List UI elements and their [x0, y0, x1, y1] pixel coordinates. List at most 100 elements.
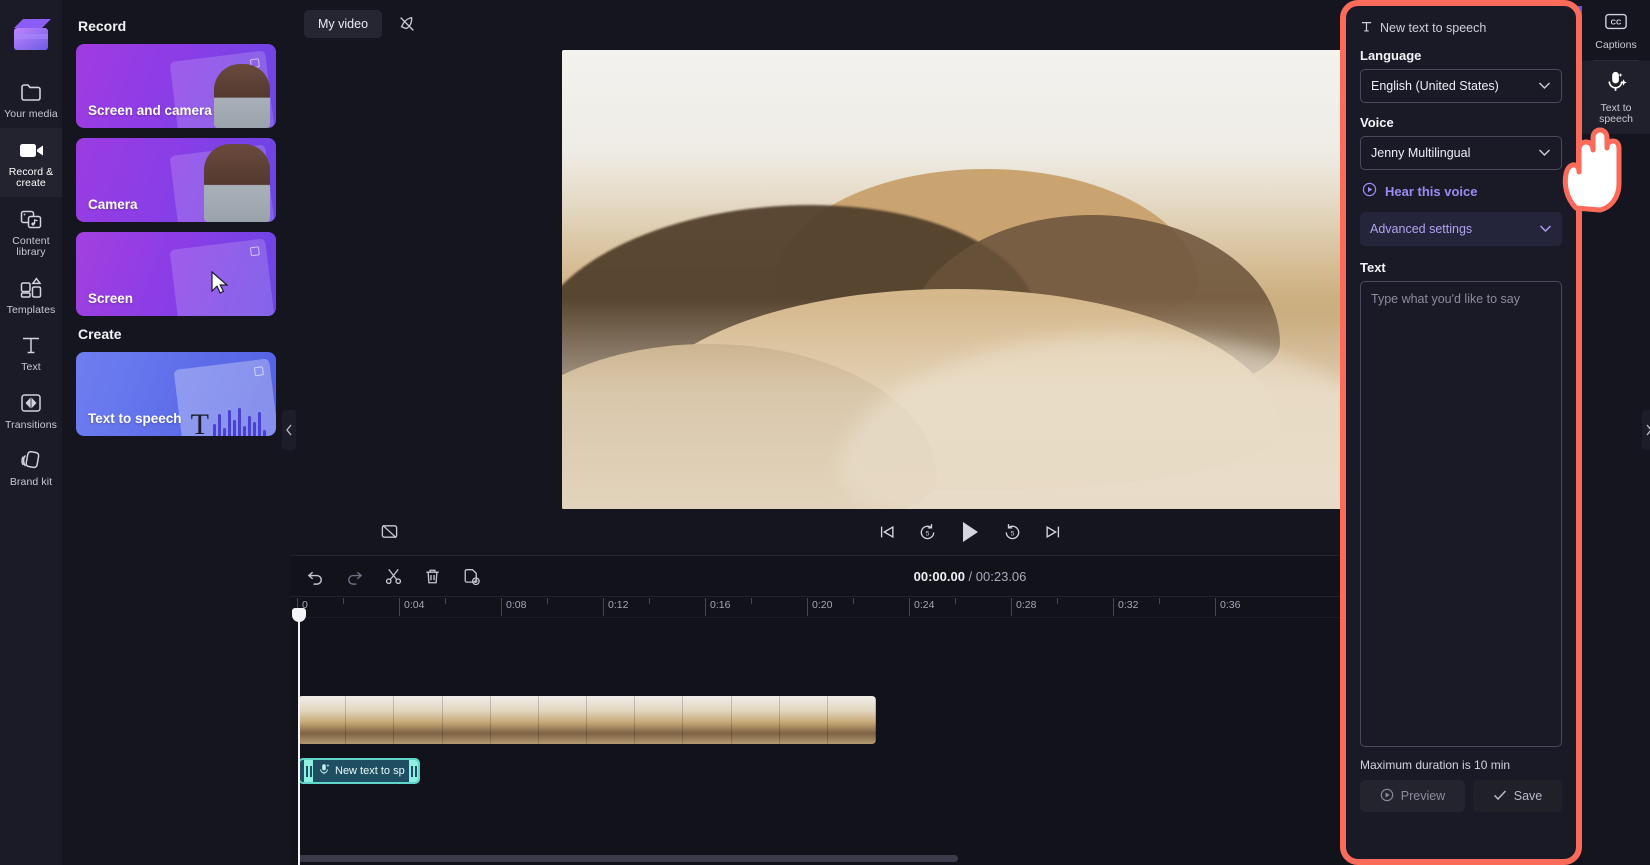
svg-text:CC: CC — [1611, 18, 1622, 27]
voice-select[interactable]: Jenny Multilingual — [1360, 136, 1562, 170]
language-select[interactable]: English (United States) — [1360, 69, 1562, 103]
advanced-settings-toggle[interactable]: Advanced settings — [1360, 212, 1562, 246]
tts-mic-icon — [318, 762, 330, 780]
ruler-tick: 0:24 — [908, 598, 935, 616]
thumbnail-frame — [298, 696, 347, 744]
tts-panel-header: New text to speech — [1360, 20, 1562, 36]
ruler-tick: 0:12 — [602, 598, 629, 616]
tts-action-buttons: Preview Save — [1360, 780, 1562, 812]
playhead[interactable] — [292, 608, 306, 865]
voice-value: Jenny Multilingual — [1371, 146, 1471, 160]
pointing-hand-cursor — [1558, 122, 1622, 219]
text-label: Text — [1360, 260, 1386, 275]
svg-text:5: 5 — [1011, 531, 1015, 538]
tts-waveform-art: T — [191, 408, 266, 436]
rail-item-captions[interactable]: CC Captions — [1582, 4, 1650, 60]
play-circle-icon — [1380, 788, 1394, 805]
audio-clip-label: New text to sp — [335, 765, 405, 777]
tts-text-input[interactable] — [1360, 281, 1562, 747]
clip-trim-handle-left[interactable] — [304, 760, 313, 782]
sidebar-item-transitions[interactable]: Transitions — [0, 381, 62, 439]
sidebar-item-content-library[interactable]: Content library — [0, 197, 62, 266]
redo-button[interactable] — [345, 567, 364, 586]
tts-panel-title: New text to speech — [1380, 21, 1487, 35]
ruler-tick: 0:16 — [704, 598, 731, 616]
thumbnail-frame — [779, 696, 828, 744]
undo-button[interactable] — [306, 567, 325, 586]
thumbnail-frame — [827, 696, 876, 744]
mute-icon[interactable] — [392, 9, 422, 39]
ruler-tick: 0:04 — [398, 598, 425, 616]
language-value: English (United States) — [1371, 79, 1499, 93]
preview-label: Preview — [1400, 789, 1446, 803]
card-title: Screen — [88, 291, 134, 306]
ruler-tick: 0:32 — [1112, 598, 1139, 616]
max-duration-note: Maximum duration is 10 min — [1360, 758, 1511, 772]
rewind-5s-button[interactable]: 5 — [918, 522, 937, 541]
sidebar-item-record-create[interactable]: Record & create — [0, 127, 62, 197]
left-sidebar: Your media Record & create Content libra… — [0, 0, 62, 865]
skip-to-end-button[interactable] — [1044, 523, 1062, 541]
thumbnail-frame — [683, 696, 732, 744]
sidebar-item-brand-kit[interactable]: Brand kit — [0, 438, 62, 496]
card-camera[interactable]: Camera — [76, 138, 276, 222]
sidebar-item-your-media[interactable]: Your media — [0, 70, 62, 128]
card-title: Camera — [88, 197, 138, 212]
card-text-to-speech[interactable]: T Text to speech — [76, 352, 276, 436]
panel-section-record: Record — [78, 18, 127, 34]
hear-this-voice-label: Hear this voice — [1385, 183, 1478, 199]
split-button[interactable] — [384, 567, 403, 586]
thumbnail-frame — [394, 696, 443, 744]
record-create-panel: Record Screen and camera Camera Screen C… — [62, 0, 290, 865]
sidebar-item-text[interactable]: Text — [0, 323, 62, 381]
sidebar-item-label: Brand kit — [9, 476, 53, 488]
brand-kit-icon — [18, 447, 44, 473]
sidebar-item-label: Your media — [4, 108, 58, 120]
preview-button[interactable]: Preview — [1360, 780, 1465, 812]
audio-clip-tts[interactable]: New text to sp — [298, 758, 420, 784]
hear-this-voice-button[interactable]: Hear this voice — [1362, 182, 1562, 200]
thumbnail-frame — [587, 696, 636, 744]
clipchamp-editor: Your media Record & create Content libra… — [0, 0, 1650, 865]
cursor-arrow-icon — [210, 270, 230, 300]
clip-trim-handle-right[interactable] — [409, 760, 418, 782]
duplicate-button[interactable] — [462, 567, 481, 586]
delete-button[interactable] — [423, 567, 442, 586]
card-screen[interactable]: Screen — [76, 232, 276, 316]
check-icon — [1493, 789, 1507, 804]
video-preview[interactable] — [562, 49, 1378, 509]
play-button[interactable] — [959, 520, 981, 544]
save-label: Save — [1513, 789, 1543, 803]
skip-to-start-button[interactable] — [878, 523, 896, 541]
letter-t-glyph: T — [190, 408, 209, 437]
app-logo — [8, 12, 54, 58]
card-title: Screen and camera — [88, 103, 212, 118]
card-screen-and-camera[interactable]: Screen and camera — [76, 44, 276, 128]
chevron-down-icon — [1538, 79, 1551, 93]
timeline-horizontal-scrollbar[interactable] — [298, 855, 958, 862]
panel-collapse-left[interactable] — [282, 410, 296, 450]
folder-icon — [18, 79, 44, 105]
text-icon — [18, 332, 44, 358]
panel-collapse-right[interactable] — [1642, 410, 1650, 450]
person-art — [214, 64, 270, 128]
text-icon — [1360, 20, 1373, 36]
thumbnail-frame — [731, 696, 780, 744]
transitions-icon — [18, 390, 44, 416]
thumbnail-frame — [635, 696, 684, 744]
current-time: 00:00.00 — [913, 568, 965, 584]
video-clip[interactable] — [298, 696, 876, 744]
thumbnail-frame — [490, 696, 539, 744]
chevron-down-icon — [1538, 146, 1551, 160]
text-to-speech-panel: New text to speech Language English (Uni… — [1340, 0, 1582, 865]
rail-item-label: Captions — [1595, 39, 1637, 51]
project-name-field[interactable]: My video — [304, 9, 383, 38]
video-preview-wrapper: 16:9 — [562, 49, 1456, 509]
sidebar-item-label: Templates — [6, 303, 56, 316]
forward-5s-button[interactable]: 5 — [1003, 522, 1022, 541]
voice-label: Voice — [1360, 115, 1394, 130]
save-button[interactable]: Save — [1472, 780, 1562, 812]
play-circle-icon — [1362, 182, 1377, 200]
sidebar-item-label: Record & create — [8, 165, 54, 189]
sidebar-item-templates[interactable]: Templates — [0, 266, 62, 324]
